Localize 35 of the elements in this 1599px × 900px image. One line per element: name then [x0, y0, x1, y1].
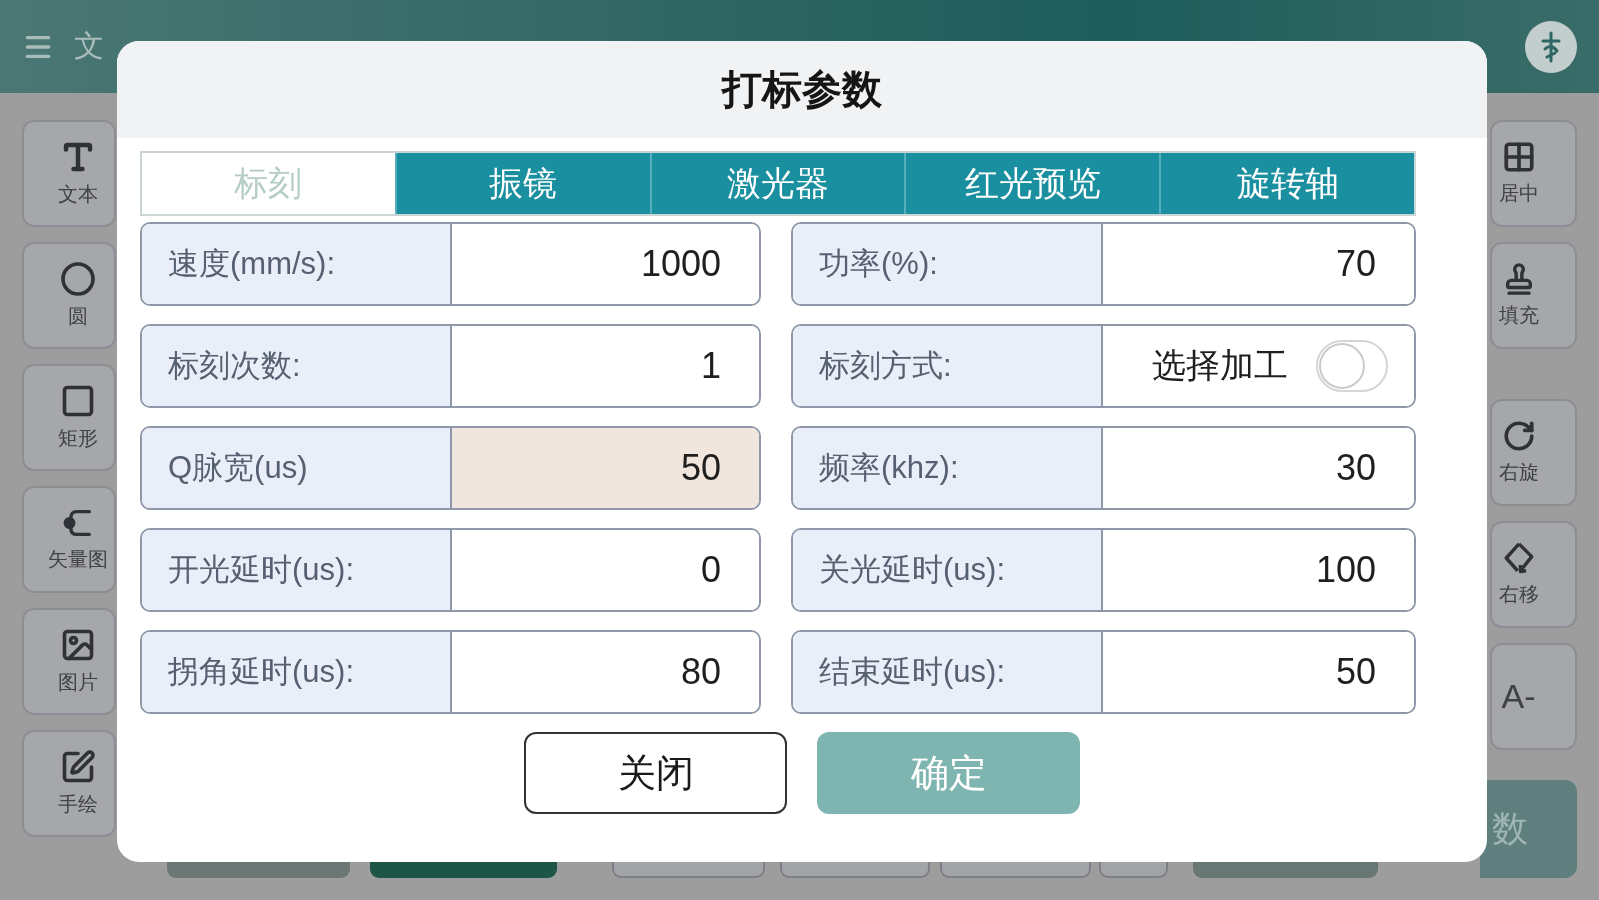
- dialog-title: 打标参数: [722, 66, 882, 113]
- confirm-button[interactable]: 确定: [817, 732, 1080, 814]
- field-label: 功率(%):: [793, 224, 1103, 304]
- tool-button[interactable]: 居中: [1490, 120, 1577, 227]
- logo-icon[interactable]: [1525, 20, 1577, 73]
- field-label: 标刻方式:: [793, 326, 1103, 406]
- field-label: 标刻次数:: [142, 326, 452, 406]
- circle-icon: [60, 261, 96, 297]
- image-icon: [60, 627, 96, 663]
- value-field[interactable]: 50: [452, 428, 759, 508]
- tool-button[interactable]: 图片: [22, 608, 116, 715]
- menu-label[interactable]: 文: [74, 26, 104, 67]
- field-label: 结束延时(us):: [793, 632, 1103, 712]
- toggle-label: 选择加工: [1152, 345, 1288, 386]
- tool-button[interactable]: 矢量图: [22, 486, 116, 593]
- tool-button[interactable]: 手绘: [22, 730, 116, 837]
- tool-button[interactable]: 文本: [22, 120, 116, 227]
- pen-square-icon: [60, 749, 96, 785]
- field-label: 速度(mm/s):: [142, 224, 452, 304]
- field-label: 拐角延时(us):: [142, 632, 452, 712]
- tool-button[interactable]: 圆: [22, 242, 116, 349]
- close-button[interactable]: 关闭: [524, 732, 787, 814]
- tool-button[interactable]: 右旋: [1490, 399, 1577, 506]
- field-label: 频率(khz):: [793, 428, 1103, 508]
- tool-button[interactable]: 矩形: [22, 364, 116, 471]
- field-label: Q脉宽(us): [142, 428, 452, 508]
- tool-button[interactable]: 填充: [1490, 242, 1577, 349]
- tool-button[interactable]: 右移: [1490, 521, 1577, 628]
- field-label: 关光延时(us):: [793, 530, 1103, 610]
- square-icon: [60, 383, 96, 419]
- field-label: 开光延时(us):: [142, 530, 452, 610]
- toggle-switch[interactable]: [1316, 340, 1388, 392]
- tool-button[interactable]: A-: [1490, 643, 1577, 750]
- rotate-right-icon: [1501, 419, 1536, 453]
- grid-icon: [1501, 140, 1536, 174]
